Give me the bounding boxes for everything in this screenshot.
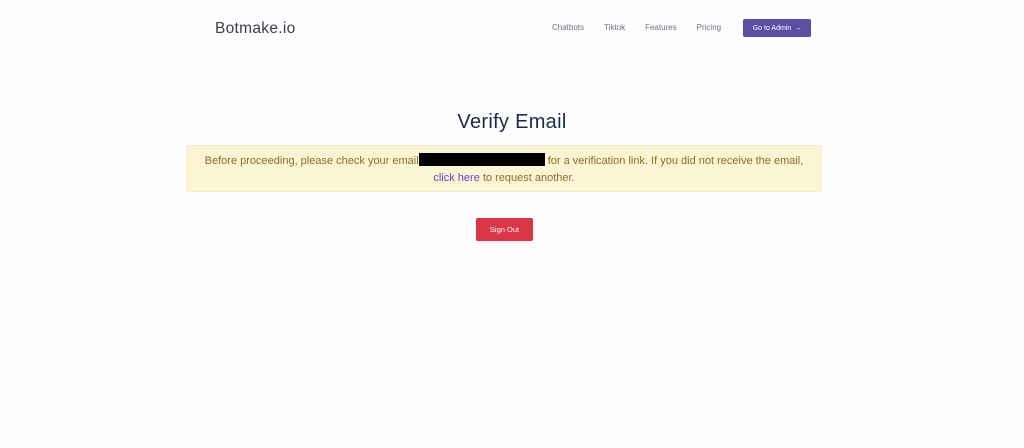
page: Botmake.io Chatbots Tiktok Features Pric… — [0, 0, 1024, 448]
redacted-email — [418, 153, 545, 166]
brand-logo[interactable]: Botmake.io — [215, 18, 296, 40]
alert-text-before: Before proceeding, please check your ema… — [204, 155, 419, 167]
nav-link-pricing[interactable]: Pricing — [697, 19, 721, 37]
go-to-admin-button[interactable]: Go to Admin → — [743, 19, 811, 37]
nav-link-tiktok[interactable]: Tiktok — [604, 19, 625, 37]
arrow-right-icon: → — [794, 24, 802, 32]
nav-link-chatbots[interactable]: Chatbots — [552, 19, 584, 37]
alert-text-after: for a verification link. If you did not … — [544, 155, 804, 167]
nav-link-features[interactable]: Features — [645, 19, 677, 37]
resend-verification-link[interactable]: click here — [433, 172, 479, 184]
main-nav: Chatbots Tiktok Features Pricing — [540, 19, 741, 37]
sign-out-button[interactable]: Sign Out — [476, 218, 533, 241]
page-title: Verify Email — [457, 111, 567, 133]
go-to-admin-label: Go to Admin — [752, 24, 792, 32]
verification-alert: Before proceeding, please check your ema… — [186, 145, 822, 192]
alert-text-end: to request another. — [479, 172, 575, 184]
